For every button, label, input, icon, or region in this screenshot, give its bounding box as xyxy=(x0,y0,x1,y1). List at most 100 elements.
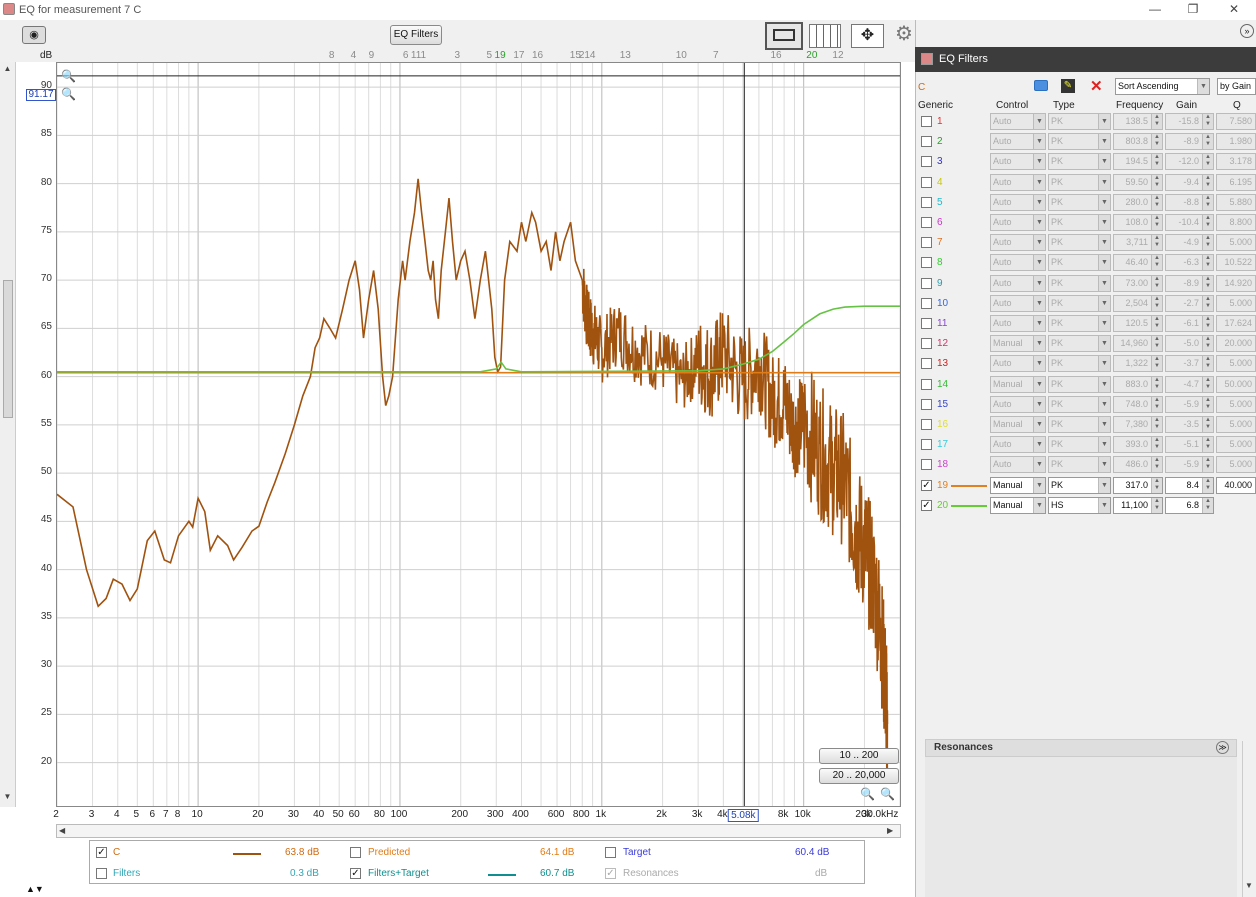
spinner-icon[interactable]: ▲ ▼ xyxy=(1151,477,1162,493)
vertical-scrollbar[interactable]: ▲ ▼ xyxy=(0,62,16,807)
filter-gain-field[interactable]: -12.0 ▲ ▼ xyxy=(1165,153,1214,171)
filter-q-field[interactable]: 20.000 xyxy=(1216,335,1256,353)
filter-marker[interactable]: 17 xyxy=(513,50,524,61)
filter-enable-checkbox[interactable] xyxy=(921,358,932,370)
filter-gain-field[interactable]: 6.8 ▲ ▼ xyxy=(1165,496,1214,514)
filter-type-select[interactable]: PK ▼ xyxy=(1048,153,1111,171)
scroll-up-icon[interactable]: ▲ xyxy=(1,64,14,78)
filter-control-select[interactable]: Manual ▼ xyxy=(990,335,1046,353)
horizontal-scrollbar[interactable]: ◀ ▶ xyxy=(56,824,901,838)
resonances-section[interactable]: Resonances ≫ xyxy=(925,739,1237,757)
filter-control-select[interactable]: Manual ▼ xyxy=(990,496,1046,514)
spinner-icon[interactable]: ▲ ▼ xyxy=(1202,376,1213,392)
range-10-200-button[interactable]: 10 .. 200 xyxy=(819,748,899,764)
filter-frequency-field[interactable]: 1,322 ▲ ▼ xyxy=(1113,355,1163,373)
spinner-icon[interactable]: ▲ ▼ xyxy=(1202,114,1213,129)
spinner-icon[interactable]: ▲ ▼ xyxy=(1202,255,1213,271)
zoom-out-horizontal-icon[interactable]: 🔍 xyxy=(880,787,895,801)
filter-q-field[interactable]: 40.000 xyxy=(1216,476,1256,494)
filter-enable-checkbox[interactable] xyxy=(921,338,932,350)
spinner-icon[interactable]: ▲ ▼ xyxy=(1151,295,1162,311)
filter-gain-field[interactable]: -8.9 ▲ ▼ xyxy=(1165,274,1214,292)
filter-frequency-field[interactable]: 138.5 ▲ ▼ xyxy=(1113,113,1163,130)
spinner-icon[interactable]: ▲ ▼ xyxy=(1202,437,1213,453)
spinner-icon[interactable]: ▲ ▼ xyxy=(1202,215,1213,230)
filter-q-field[interactable]: 5.000 xyxy=(1216,355,1256,373)
filter-frequency-field[interactable]: 7,380 ▲ ▼ xyxy=(1113,416,1163,433)
filter-gain-field[interactable]: -6.3 ▲ ▼ xyxy=(1165,254,1214,272)
filter-type-select[interactable]: PK ▼ xyxy=(1048,315,1111,332)
filter-enable-checkbox[interactable] xyxy=(921,217,932,228)
filter-type-select[interactable]: PK ▼ xyxy=(1048,436,1111,454)
scroll-left-icon[interactable]: ◀ xyxy=(59,826,65,835)
close-icon[interactable]: ✕ xyxy=(1219,2,1249,18)
zoom-in-horizontal-icon[interactable]: 🔍 xyxy=(860,787,875,801)
filter-frequency-field[interactable]: 317.0 ▲ ▼ xyxy=(1113,476,1163,494)
filter-q-field[interactable]: 17.624 xyxy=(1216,315,1256,332)
filter-marker[interactable]: 3 xyxy=(455,50,461,61)
spinner-icon[interactable]: ▲ ▼ xyxy=(1151,114,1162,129)
filter-control-select[interactable]: Auto ▼ xyxy=(990,274,1046,292)
filter-frequency-field[interactable]: 59.50 ▲ ▼ xyxy=(1113,173,1163,191)
filter-type-select[interactable]: PK ▼ xyxy=(1048,113,1111,130)
filter-marker[interactable]: 9 xyxy=(369,50,375,61)
filter-control-select[interactable]: Auto ▼ xyxy=(990,113,1046,130)
filter-frequency-field[interactable]: 748.0 ▲ ▼ xyxy=(1113,395,1163,413)
filter-marker[interactable]: 20 xyxy=(806,50,817,61)
filter-type-select[interactable]: PK ▼ xyxy=(1048,456,1111,474)
camera-icon[interactable]: ◉ xyxy=(22,26,46,44)
spinner-icon[interactable]: ▲ ▼ xyxy=(1202,336,1213,352)
filter-enable-checkbox[interactable] xyxy=(921,116,932,127)
filter-type-select[interactable]: PK ▼ xyxy=(1048,375,1111,393)
filter-marker[interactable]: 19 xyxy=(495,50,506,61)
maximize-icon[interactable]: ❐ xyxy=(1178,2,1208,18)
filter-gain-field[interactable]: -5.9 ▲ ▼ xyxy=(1165,456,1214,474)
spinner-icon[interactable]: ▲ ▼ xyxy=(1202,477,1213,493)
filter-type-select[interactable]: PK ▼ xyxy=(1048,173,1111,191)
filter-frequency-field[interactable]: 11,100 ▲ ▼ xyxy=(1113,496,1163,514)
filter-gain-field[interactable]: -3.5 ▲ ▼ xyxy=(1165,416,1214,433)
filter-frequency-field[interactable]: 120.5 ▲ ▼ xyxy=(1113,315,1163,332)
filter-type-select[interactable]: HS ▼ xyxy=(1048,496,1111,514)
spinner-icon[interactable]: ▲ ▼ xyxy=(1151,235,1162,251)
filters-target-checkbox[interactable]: ✓ xyxy=(350,868,361,879)
gear-icon[interactable]: ⚙ xyxy=(893,23,915,45)
filter-frequency-field[interactable]: 73.00 ▲ ▼ xyxy=(1113,274,1163,292)
filter-type-select[interactable]: PK ▼ xyxy=(1048,274,1111,292)
spinner-icon[interactable]: ▲ ▼ xyxy=(1151,336,1162,352)
filter-marker[interactable]: 6 xyxy=(403,50,409,61)
spinner-icon[interactable]: ▲ ▼ xyxy=(1202,396,1213,412)
filter-enable-checkbox[interactable] xyxy=(921,277,932,289)
spinner-icon[interactable]: ▲ ▼ xyxy=(1202,194,1213,210)
filter-type-select[interactable]: PK ▼ xyxy=(1048,133,1111,151)
filter-marker[interactable]: 16 xyxy=(770,50,781,61)
filter-control-select[interactable]: Auto ▼ xyxy=(990,355,1046,373)
filter-type-select[interactable]: PK ▼ xyxy=(1048,214,1111,231)
filter-control-select[interactable]: Auto ▼ xyxy=(990,395,1046,413)
filter-control-select[interactable]: Manual ▼ xyxy=(990,375,1046,393)
expand-resonances-icon[interactable]: ≫ xyxy=(1216,741,1229,754)
spinner-icon[interactable]: ▲ ▼ xyxy=(1202,356,1213,372)
spinner-icon[interactable]: ▲ ▼ xyxy=(1151,194,1162,210)
filter-enable-checkbox[interactable] xyxy=(921,196,932,208)
eq-filters-button[interactable]: EQ Filters xyxy=(390,25,442,45)
filter-type-select[interactable]: PK ▼ xyxy=(1048,416,1111,433)
filter-frequency-field[interactable]: 46.40 ▲ ▼ xyxy=(1113,254,1163,272)
scroll-thumb[interactable] xyxy=(3,280,13,418)
filter-enable-checkbox[interactable] xyxy=(921,459,932,471)
filter-type-select[interactable]: PK ▼ xyxy=(1048,254,1111,272)
wand-icon[interactable]: ✎ xyxy=(1061,79,1075,93)
filter-marker[interactable]: 8 xyxy=(329,50,335,61)
filter-gain-field[interactable]: -2.7 ▲ ▼ xyxy=(1165,294,1214,312)
filter-frequency-field[interactable]: 3,711 ▲ ▼ xyxy=(1113,234,1163,252)
spinner-icon[interactable]: ▲ ▼ xyxy=(1151,316,1162,331)
filter-control-select[interactable]: Auto ▼ xyxy=(990,436,1046,454)
filter-gain-field[interactable]: -9.4 ▲ ▼ xyxy=(1165,173,1214,191)
filter-enable-checkbox[interactable]: ✓ xyxy=(921,479,932,491)
filter-q-field[interactable]: 1.980 xyxy=(1216,133,1256,151)
filter-type-select[interactable]: PK ▼ xyxy=(1048,234,1111,252)
zoom-out-vertical-icon[interactable]: 🔍 xyxy=(61,87,76,101)
filter-q-field[interactable]: 5.000 xyxy=(1216,456,1256,474)
filter-marker[interactable]: 5 xyxy=(486,50,492,61)
filter-frequency-field[interactable]: 108.0 ▲ ▼ xyxy=(1113,214,1163,231)
